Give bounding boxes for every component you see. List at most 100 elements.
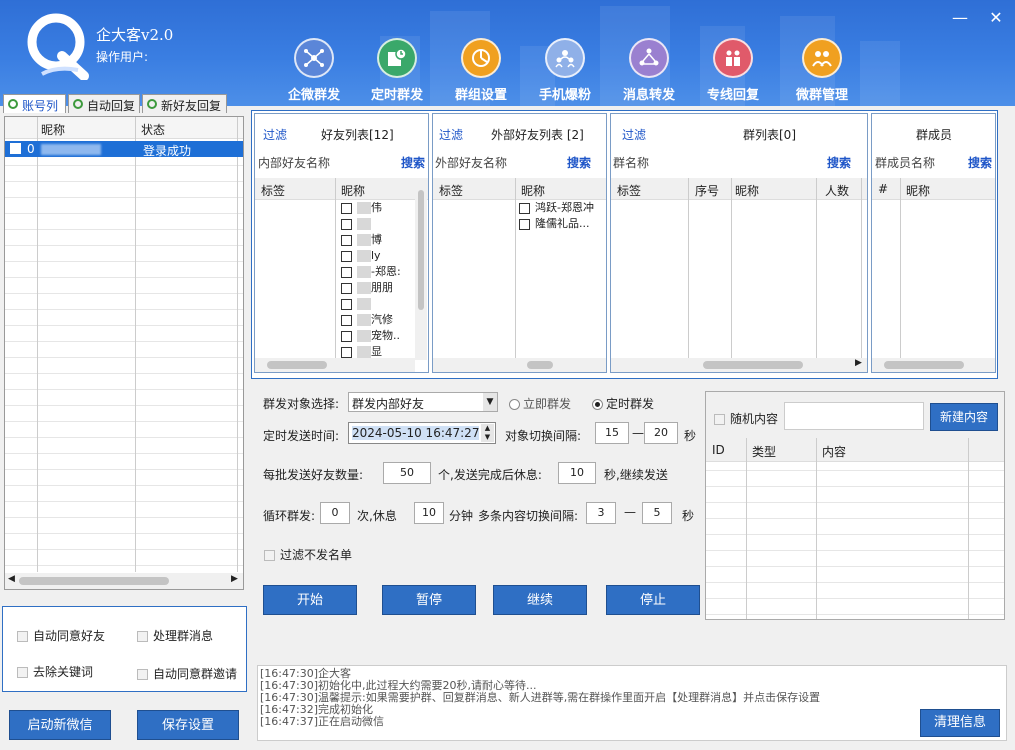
pause-button[interactable]: 暂停 <box>382 585 476 615</box>
group-filter-link[interactable]: 过滤 <box>622 126 646 143</box>
nav-label: 手机爆粉 <box>538 88 591 103</box>
switch-interval-to-input[interactable]: 20 <box>644 422 678 444</box>
horizontal-scrollbar[interactable]: ◀ ▶ <box>5 573 243 589</box>
random-content-option[interactable]: 随机内容 <box>714 410 778 427</box>
batch-rest-label: 个,发送完成后休息: <box>438 468 542 482</box>
multi-interval-from-input[interactable]: 3 <box>586 502 616 524</box>
auto-accept-group-invite-option[interactable]: 自动同意群邀请 <box>137 665 237 682</box>
friend-item[interactable]: 显 <box>341 346 416 358</box>
reply-icon <box>713 38 753 78</box>
group-horizontal-scrollbar[interactable]: ▶ <box>611 358 867 372</box>
friends-list-header: 标签 昵称 <box>255 178 428 200</box>
remove-keywords-option[interactable]: 去除关键词 <box>17 663 93 680</box>
friend-item[interactable] <box>341 298 416 314</box>
nav-phone-fans[interactable]: 手机爆粉 <box>530 38 600 103</box>
col-nickname: 昵称 <box>41 123 66 137</box>
tab-accounts[interactable]: 账号列 <box>3 94 66 113</box>
friends-vertical-scrollbar[interactable] <box>415 180 427 360</box>
nav-label: 微群管理 <box>795 88 848 103</box>
friend-item[interactable] <box>341 218 416 234</box>
tab-label: 账号列 <box>22 99 59 113</box>
save-settings-button[interactable]: 保存设置 <box>137 710 239 740</box>
seconds-label: 秒 <box>684 429 697 443</box>
external-horizontal-scrollbar[interactable] <box>433 358 606 372</box>
friends-horizontal-scrollbar[interactable] <box>255 358 415 372</box>
batch-tail-label: 秒,继续发送 <box>604 468 668 482</box>
loop-rest-input[interactable]: 10 <box>414 502 444 524</box>
account-checkbox[interactable] <box>10 143 21 154</box>
members-horizontal-scrollbar[interactable] <box>872 358 995 372</box>
stop-button[interactable]: 停止 <box>606 585 700 615</box>
nav-label: 企微群发 <box>287 88 340 103</box>
target-select[interactable]: 群发内部好友 ▼ <box>348 392 498 412</box>
friends-search-label: 内部好友名称 <box>258 156 331 170</box>
resume-button[interactable]: 继续 <box>493 585 587 615</box>
external-item[interactable]: 隆儒礼品... <box>519 218 605 234</box>
friends-search-button[interactable]: 搜索 <box>401 154 425 171</box>
operator-label: 操作用户: <box>96 50 149 64</box>
auto-accept-friend-option[interactable]: 自动同意好友 <box>17 627 105 644</box>
minimize-button[interactable]: — <box>950 8 970 27</box>
send-scheduled-radio[interactable]: 定时群发 <box>592 395 654 412</box>
friends-panel: 过滤 好友列表[12] 内部好友名称 搜索 标签 昵称 伟 博 ly -郑恩: … <box>254 113 429 373</box>
nav-dedicated-reply[interactable]: 专线回复 <box>698 38 768 103</box>
group-manage-icon <box>802 38 842 78</box>
friends-filter-link[interactable]: 过滤 <box>263 126 287 143</box>
group-search-label: 群名称 <box>613 156 650 170</box>
app-logo-icon <box>27 13 89 80</box>
external-item[interactable]: 鸿跃-郑恩冲 <box>519 202 605 218</box>
members-search-button[interactable]: 搜索 <box>968 154 992 171</box>
handle-group-msg-option[interactable]: 处理群消息 <box>137 627 213 644</box>
minutes-label: 分钟 <box>449 509 474 523</box>
people-icon <box>545 38 585 78</box>
start-new-wechat-button[interactable]: 启动新微信 <box>9 710 111 740</box>
batch-size-input[interactable]: 50 <box>383 462 431 484</box>
scheduled-time-input[interactable]: 2024-05-10 16:47:27 ▲ ▼ <box>348 422 496 444</box>
external-filter-link[interactable]: 过滤 <box>439 126 463 143</box>
friend-item[interactable]: 伟 <box>341 202 416 218</box>
log-area[interactable]: [16:47:30]企大客 [16:47:30]初始化中,此过程大约需要20秒,… <box>257 665 1007 741</box>
close-button[interactable]: ✕ <box>986 8 1006 27</box>
friend-item[interactable]: 朋朋 <box>341 282 416 298</box>
friend-item[interactable]: -郑恩: <box>341 266 416 282</box>
nav-scheduled-send[interactable]: 定时群发 <box>362 38 432 103</box>
clear-log-button[interactable]: 清理信息 <box>920 709 1000 737</box>
account-list: 昵称 状态 0 登录成功 ◀ ▶ <box>4 116 244 590</box>
friend-item[interactable]: ly <box>341 250 416 266</box>
friend-item[interactable]: 汽修 <box>341 314 416 330</box>
switch-interval-from-input[interactable]: 15 <box>595 422 629 444</box>
tab-auto-reply[interactable]: 自动回复 <box>68 94 140 113</box>
nav-group-settings[interactable]: 群组设置 <box>446 38 516 103</box>
nav-label: 群组设置 <box>454 88 507 103</box>
send-now-radio[interactable]: 立即群发 <box>509 395 571 412</box>
tab-new-friend-reply[interactable]: 新好友回复 <box>142 94 227 113</box>
multi-interval-to-input[interactable]: 5 <box>642 502 672 524</box>
group-list-header: 标签 序号 昵称 人数 <box>611 178 867 200</box>
nav-message-forward[interactable]: 消息转发 <box>614 38 684 103</box>
tab-label: 自动回复 <box>87 99 136 113</box>
batch-label: 每批发送好友数量: <box>263 468 364 482</box>
friends-panel-title: 好友列表[12] <box>321 128 394 142</box>
rest-seconds-input[interactable]: 10 <box>558 462 596 484</box>
time-spinner-icon[interactable]: ▲ ▼ <box>481 424 494 442</box>
group-panel-title: 群列表[0] <box>743 128 796 142</box>
skip-blacklist-option[interactable]: 过滤不发名单 <box>264 546 352 563</box>
friend-item[interactable]: 博 <box>341 234 416 250</box>
dash: — <box>632 426 644 440</box>
content-input[interactable] <box>784 402 924 430</box>
nav-mass-send[interactable]: 企微群发 <box>279 38 349 103</box>
loop-count-input[interactable]: 0 <box>320 502 350 524</box>
forward-icon <box>629 38 669 78</box>
group-search-button[interactable]: 搜索 <box>827 154 851 171</box>
new-content-button[interactable]: 新建内容 <box>930 403 998 431</box>
content-table: ID 类型 内容 <box>706 438 1004 619</box>
external-search-button[interactable]: 搜索 <box>567 154 591 171</box>
start-button[interactable]: 开始 <box>263 585 357 615</box>
external-search-label: 外部好友名称 <box>435 156 508 170</box>
nav-wechat-group-manage[interactable]: 微群管理 <box>787 38 857 103</box>
account-row[interactable]: 0 登录成功 <box>5 141 243 158</box>
account-name-blurred <box>41 144 101 155</box>
dash: — <box>624 505 636 519</box>
friend-item[interactable]: 宠物.. <box>341 330 416 346</box>
loop-rest-label: 次,休息 <box>357 509 397 523</box>
